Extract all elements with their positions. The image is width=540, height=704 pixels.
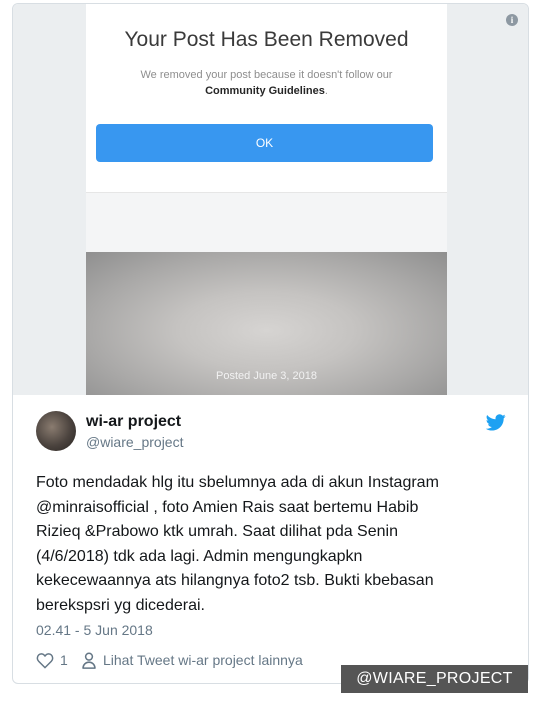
more-tweets-link[interactable]: Lihat Tweet wi-ar project lainnya [103,652,303,668]
dialog-message-text: We removed your post because it doesn't … [140,69,393,81]
dialog-period: . [324,85,328,97]
tweet-text: Foto mendadak hlg itu sbelumnya ada di a… [36,474,439,614]
instagram-screenshot: Your Post Has Been Removed We removed yo… [86,4,447,395]
dialog-message: We removed your post because it doesn't … [106,67,427,99]
tweet-card: Your Post Has Been Removed We removed yo… [12,3,529,684]
like-count: 1 [60,652,68,668]
author-handle[interactable]: @wiare_project [86,434,183,450]
dialog-title: Your Post Has Been Removed [124,28,409,51]
twitter-bird-icon[interactable] [486,414,506,431]
community-guidelines-link[interactable]: Community Guidelines [205,85,325,97]
posted-date: Posted June 3, 2018 [216,370,317,382]
author-name[interactable]: wi-ar project [86,413,181,431]
removed-post-dialog: Your Post Has Been Removed We removed yo… [86,4,447,193]
ok-button[interactable]: OK [96,124,433,162]
tweet-timestamp[interactable]: 02.41 - 5 Jun 2018 [36,622,153,638]
heart-icon[interactable] [36,652,54,669]
person-icon [82,652,96,669]
avatar[interactable] [36,411,76,451]
info-icon[interactable]: i [506,14,518,26]
tweet-media[interactable]: Your Post Has Been Removed We removed yo… [13,4,528,395]
watermark: @WIARE_PROJECT [341,665,528,693]
